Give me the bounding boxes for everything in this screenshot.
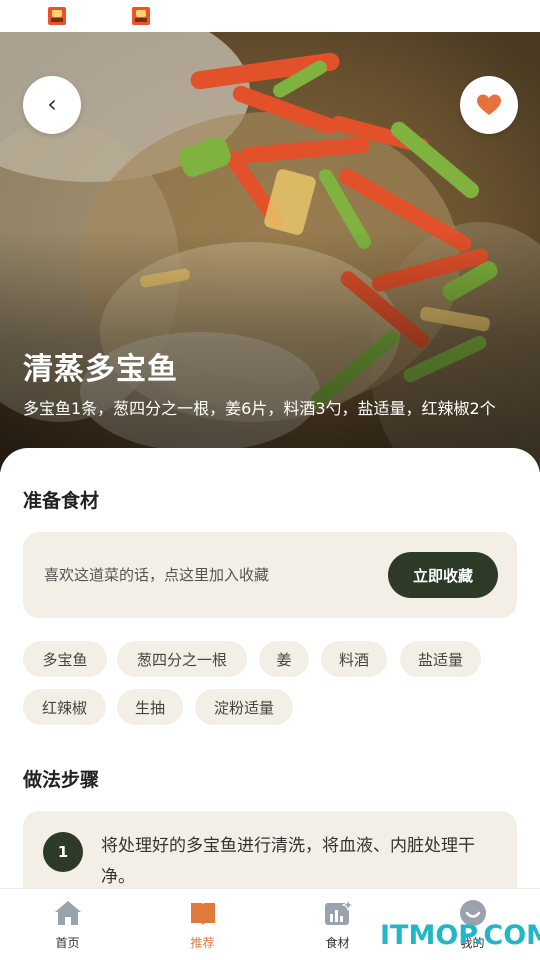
app-notification-icon <box>48 7 66 25</box>
step-number-badge: 1 <box>43 832 83 872</box>
tab-label: 首页 <box>55 936 80 950</box>
back-button[interactable]: ‹ <box>23 76 81 134</box>
tab-home[interactable]: 首页 <box>0 889 135 960</box>
collect-prompt-card: 喜欢这道菜的话，点这里加入收藏 立即收藏 <box>23 532 517 618</box>
ingredient-tag[interactable]: 盐适量 <box>400 641 481 677</box>
steps-section-title: 做法步骤 <box>23 769 100 791</box>
ingredient-tag[interactable]: 料酒 <box>321 641 387 677</box>
dish-title: 清蒸多宝鱼 <box>23 352 178 387</box>
chart-sparkle-icon <box>325 899 353 925</box>
heart-icon <box>477 94 501 115</box>
ingredient-tag[interactable]: 葱四分之一根 <box>117 641 247 677</box>
app-notification-icon <box>132 7 150 25</box>
status-bar <box>0 0 540 32</box>
step-text: 将处理好的多宝鱼进行清洗，将血液、内脏处理干净。 <box>101 836 475 887</box>
ingredient-tag[interactable]: 多宝鱼 <box>23 641 107 677</box>
ingredient-tag[interactable]: 姜 <box>259 641 309 677</box>
watermark-text: ITMOP.COM <box>380 920 540 951</box>
tab-recommend[interactable]: 推荐 <box>135 889 270 960</box>
chevron-left-icon: ‹ <box>47 90 57 118</box>
collect-now-button[interactable]: 立即收藏 <box>388 552 498 598</box>
favorite-button[interactable] <box>460 76 518 134</box>
ingredient-tag[interactable]: 生抽 <box>117 689 183 725</box>
collect-prompt-text: 喜欢这道菜的话，点这里加入收藏 <box>44 566 270 584</box>
ingredients-section-title: 准备食材 <box>23 490 100 512</box>
book-icon <box>191 903 215 925</box>
dish-description: 多宝鱼1条，葱四分之一根，姜6片，料酒3勺，盐适量，红辣椒2个 <box>23 399 496 418</box>
home-icon <box>55 901 81 925</box>
ingredient-tag[interactable]: 红辣椒 <box>23 689 106 725</box>
tab-label: 推荐 <box>190 936 215 950</box>
ingredient-tag[interactable]: 淀粉适量 <box>195 689 293 725</box>
